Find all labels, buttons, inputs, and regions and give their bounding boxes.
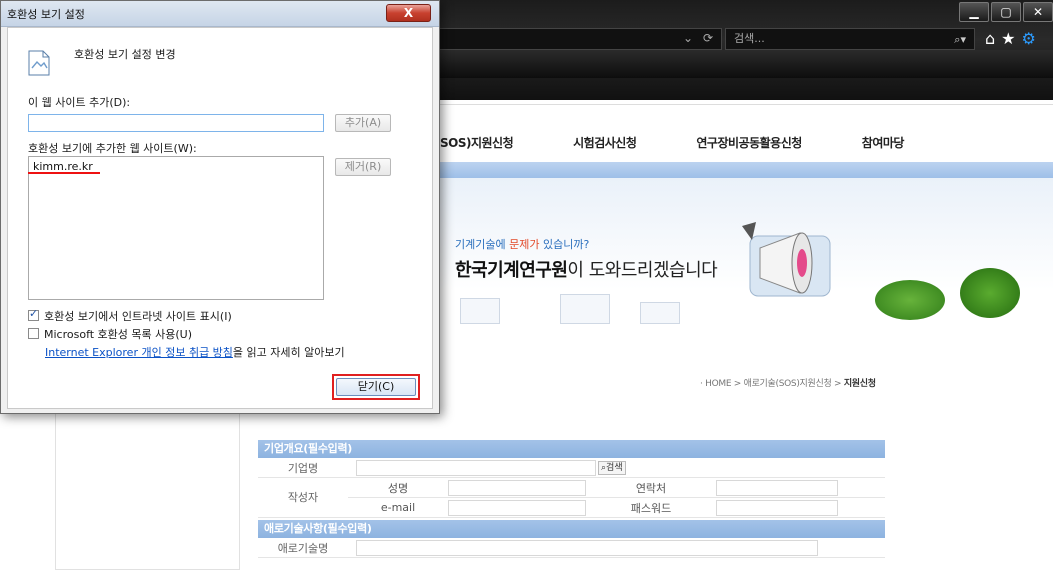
tree-illustration bbox=[875, 280, 945, 320]
email-input[interactable] bbox=[448, 499, 586, 516]
annotation-underline bbox=[28, 172, 100, 174]
company-label: 기업명 bbox=[287, 461, 319, 475]
site-list[interactable]: kimm.re.kr bbox=[28, 156, 324, 300]
contact-label: 연락처 bbox=[635, 481, 667, 495]
search-dropdown-icon: ▾ bbox=[960, 33, 966, 46]
address-controls: ⌄ ⟳ bbox=[683, 31, 713, 45]
building-illustration bbox=[560, 294, 610, 324]
form-row: 성명 연락처 bbox=[348, 478, 885, 498]
breadcrumb-current: 지원신청 bbox=[843, 379, 876, 389]
nav-item-equipment[interactable]: 연구장비공동활용신청 bbox=[696, 134, 802, 151]
compatibility-view-dialog: 호환성 보기 설정 X 호환성 보기 설정 변경 이 웹 사이트 추가(D): … bbox=[0, 0, 440, 414]
refresh-icon[interactable]: ⟳ bbox=[703, 31, 713, 45]
left-sidebar bbox=[55, 410, 240, 570]
divider bbox=[440, 104, 1053, 105]
site-list-label: 호환성 보기에 추가한 웹 사이트(W): bbox=[28, 142, 197, 155]
dialog-heading: 호환성 보기 설정 변경 bbox=[74, 48, 176, 61]
close-button-highlight: 닫기(C) bbox=[332, 374, 420, 400]
ms-list-checkbox[interactable] bbox=[28, 328, 39, 339]
window-controls: ▁ ▢ ✕ bbox=[959, 2, 1053, 22]
section-header: 기업개요(필수입력) bbox=[258, 440, 885, 458]
screen: ▁ ▢ ✕ ⌄ ⟳ 검색... ⌕▾ ⌂ ★ ⚙ SOS)지원신청 시험검사신청… bbox=[0, 0, 1053, 580]
search-placeholder: 검색... bbox=[734, 32, 765, 45]
password-input[interactable] bbox=[716, 499, 838, 516]
search-input[interactable]: 검색... ⌕▾ bbox=[725, 28, 975, 50]
dialog-close-icon[interactable]: X bbox=[386, 4, 431, 22]
visual-subtitle: 기계기술에 문제가 있습니까? bbox=[455, 236, 589, 252]
email-label: e-mail bbox=[380, 501, 416, 514]
visual-subtitle-part: 기계기술에 bbox=[455, 238, 510, 251]
section-header: 애로기술사항(필수입력) bbox=[258, 520, 885, 538]
password-label: 패스워드 bbox=[630, 501, 672, 515]
tech-input[interactable] bbox=[356, 539, 818, 556]
contact-input[interactable] bbox=[716, 479, 838, 496]
form-row: e-mail 패스워드 bbox=[348, 498, 885, 518]
name-input[interactable] bbox=[448, 479, 586, 496]
search-icon[interactable]: ⌕▾ bbox=[954, 30, 966, 50]
dialog-title: 호환성 보기 설정 bbox=[7, 8, 85, 21]
name-label: 성명 bbox=[387, 481, 409, 495]
writer-label: 작성자 bbox=[258, 478, 348, 518]
browser-toolbar-icons: ⌂ ★ ⚙ bbox=[985, 29, 1036, 48]
add-site-input[interactable] bbox=[28, 114, 324, 132]
document-icon bbox=[28, 50, 50, 76]
tech-label: 애로기술명 bbox=[277, 541, 329, 555]
tree-illustration bbox=[960, 268, 1020, 318]
visual-title-rest: 이 도와드리겠습니다 bbox=[567, 260, 718, 281]
breadcrumb: · HOME > 애로기술(SOS)지원신청 > 지원신청 bbox=[700, 376, 876, 389]
nav-item-test[interactable]: 시험검사신청 bbox=[573, 134, 637, 151]
company-search-button[interactable]: ⌕검색 bbox=[598, 460, 626, 475]
add-site-label: 이 웹 사이트 추가(D): bbox=[28, 96, 131, 109]
megaphone-icon bbox=[742, 222, 831, 297]
application-form: 기업개요(필수입력) 기업명 ⌕검색 작성자 성명 연락처 e-mail 패스워… bbox=[258, 440, 885, 558]
company-input[interactable] bbox=[356, 459, 596, 476]
minimize-button[interactable]: ▁ bbox=[959, 2, 989, 22]
writer-fields: 성명 연락처 e-mail 패스워드 bbox=[348, 478, 885, 518]
favorites-icon[interactable]: ★ bbox=[1001, 29, 1015, 48]
privacy-link[interactable]: Internet Explorer 개인 정보 취급 방침 bbox=[45, 346, 233, 359]
breadcrumb-path: · HOME > 애로기술(SOS)지원신청 > bbox=[700, 379, 844, 389]
privacy-text: Internet Explorer 개인 정보 취급 방침을 읽고 자세히 알아… bbox=[45, 344, 345, 360]
visual-title: 한국기계연구원이 도와드리겠습니다 bbox=[455, 256, 718, 282]
dialog-titlebar[interactable]: 호환성 보기 설정 X bbox=[1, 1, 439, 27]
nav-item-sos[interactable]: SOS)지원신청 bbox=[440, 134, 514, 151]
search-button-label: 검색 bbox=[606, 462, 623, 473]
gear-icon[interactable]: ⚙ bbox=[1022, 29, 1036, 48]
sub-nav-band bbox=[440, 162, 1053, 178]
close-button[interactable]: 닫기(C) bbox=[336, 378, 416, 396]
building-illustration bbox=[640, 302, 680, 324]
intranet-checkbox[interactable] bbox=[28, 307, 39, 321]
main-visual: 기계기술에 문제가 있습니까? 한국기계연구원이 도와드리겠습니다 bbox=[440, 178, 1053, 338]
intranet-checkbox-label: 호환성 보기에서 인트라넷 사이트 표시(I) bbox=[44, 310, 232, 323]
window-close-button[interactable]: ✕ bbox=[1023, 2, 1053, 22]
nav-item-community[interactable]: 참여마당 bbox=[862, 134, 905, 151]
form-row: 기업명 ⌕검색 bbox=[258, 458, 885, 478]
add-button[interactable]: 추가(A) bbox=[335, 114, 391, 132]
address-bar[interactable]: ⌄ ⟳ bbox=[430, 28, 722, 50]
dropdown-icon[interactable]: ⌄ bbox=[683, 31, 693, 45]
home-icon[interactable]: ⌂ bbox=[985, 29, 995, 48]
building-illustration bbox=[460, 298, 500, 324]
visual-subtitle-part: 있습니까? bbox=[539, 238, 590, 251]
visual-subtitle-highlight: 문제가 bbox=[509, 238, 540, 251]
ms-list-checkbox-label: Microsoft 호환성 목록 사용(U) bbox=[44, 328, 193, 341]
main-nav: SOS)지원신청 시험검사신청 연구장비공동활용신청 참여마당 bbox=[440, 134, 964, 151]
writer-block: 작성자 성명 연락처 e-mail 패스워드 bbox=[258, 478, 885, 518]
privacy-rest: 을 읽고 자세히 알아보기 bbox=[232, 346, 345, 359]
remove-button[interactable]: 제거(R) bbox=[335, 158, 391, 176]
maximize-button[interactable]: ▢ bbox=[991, 2, 1021, 22]
visual-title-org: 한국기계연구원 bbox=[455, 260, 568, 281]
dialog-body: 호환성 보기 설정 변경 이 웹 사이트 추가(D): 추가(A) 호환성 보기… bbox=[7, 27, 433, 409]
form-row: 애로기술명 bbox=[258, 538, 885, 558]
